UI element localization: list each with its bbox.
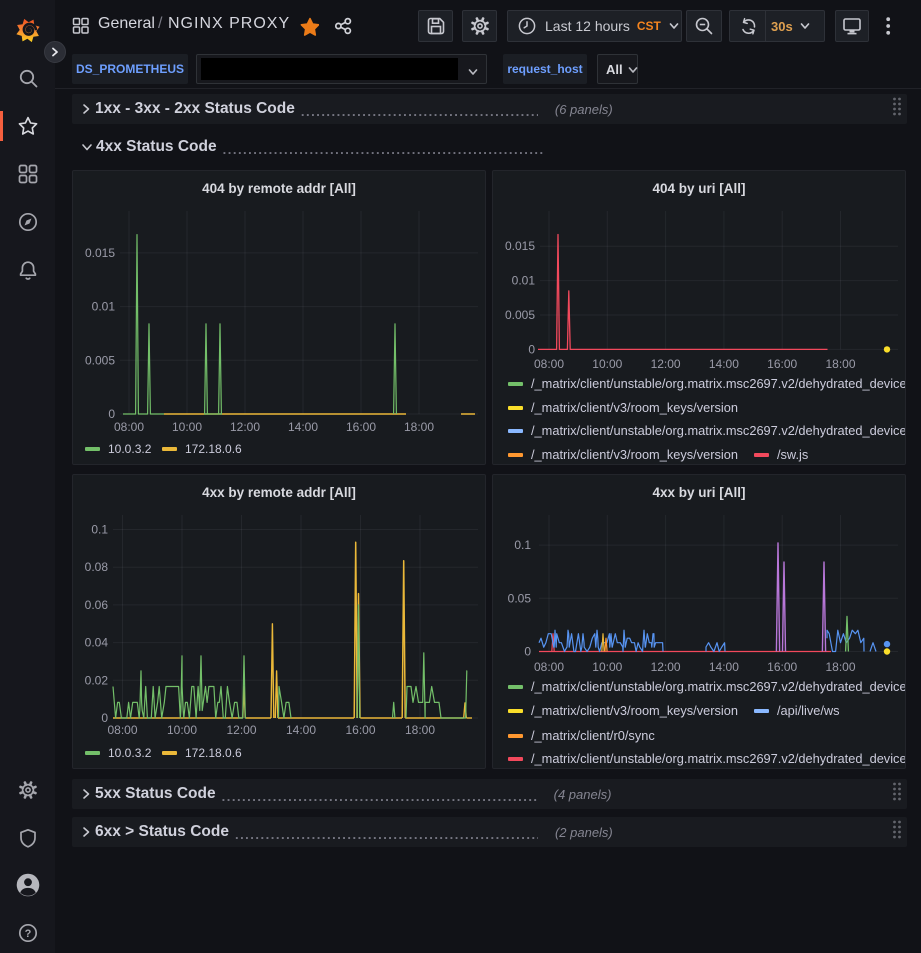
svg-text:16:00: 16:00	[346, 420, 376, 434]
svg-text:16:00: 16:00	[345, 723, 375, 737]
svg-text:0.015: 0.015	[505, 239, 535, 253]
svg-text:10:00: 10:00	[592, 660, 622, 674]
svg-text:16:00: 16:00	[767, 357, 797, 371]
svg-text:16:00: 16:00	[767, 660, 797, 674]
svg-text:12:00: 12:00	[226, 723, 256, 737]
svg-text:0: 0	[528, 342, 535, 356]
svg-text:0.01: 0.01	[92, 300, 116, 314]
svg-text:0.1: 0.1	[91, 523, 108, 537]
svg-text:0.06: 0.06	[85, 598, 109, 612]
svg-text:0.02: 0.02	[85, 673, 109, 687]
svg-text:14:00: 14:00	[709, 660, 739, 674]
svg-text:12:00: 12:00	[230, 420, 260, 434]
svg-text:?: ?	[24, 928, 31, 940]
svg-text:18:00: 18:00	[405, 723, 435, 737]
svg-text:0.01: 0.01	[512, 274, 536, 288]
svg-text:12:00: 12:00	[651, 357, 681, 371]
svg-text:08:00: 08:00	[534, 357, 564, 371]
svg-text:0.015: 0.015	[85, 246, 115, 260]
svg-text:0.04: 0.04	[85, 636, 109, 650]
svg-text:0: 0	[524, 645, 531, 659]
svg-text:0: 0	[108, 407, 115, 421]
svg-text:0: 0	[101, 711, 108, 725]
svg-text:14:00: 14:00	[288, 420, 318, 434]
svg-text:10:00: 10:00	[172, 420, 202, 434]
svg-text:10:00: 10:00	[167, 723, 197, 737]
svg-text:08:00: 08:00	[107, 723, 137, 737]
svg-text:14:00: 14:00	[709, 357, 739, 371]
svg-text:18:00: 18:00	[404, 420, 434, 434]
svg-text:0.005: 0.005	[505, 308, 535, 322]
svg-text:18:00: 18:00	[825, 357, 855, 371]
svg-text:0.05: 0.05	[508, 591, 532, 605]
svg-text:12:00: 12:00	[651, 660, 681, 674]
svg-text:0.1: 0.1	[514, 538, 531, 552]
svg-text:0.005: 0.005	[85, 353, 115, 367]
svg-text:0.08: 0.08	[85, 560, 109, 574]
svg-text:10:00: 10:00	[592, 357, 622, 371]
svg-text:18:00: 18:00	[825, 660, 855, 674]
svg-text:08:00: 08:00	[114, 420, 144, 434]
svg-text:08:00: 08:00	[534, 660, 564, 674]
svg-text:14:00: 14:00	[286, 723, 316, 737]
